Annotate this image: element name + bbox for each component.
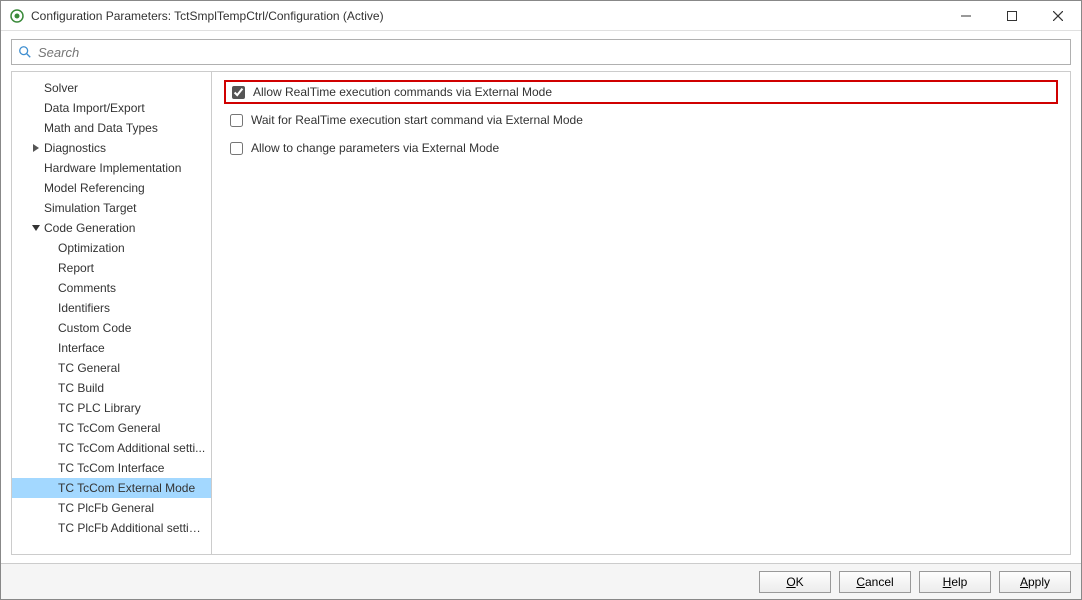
sidebar[interactable]: Solver Data Import/Export Math and Data Ty… — [12, 72, 212, 554]
search-input[interactable] — [38, 45, 1064, 60]
close-button[interactable] — [1035, 1, 1081, 31]
sidebar-item-label: TC TcCom Interface — [58, 461, 164, 475]
option-label[interactable]: Allow to change parameters via External … — [251, 141, 499, 155]
sidebar-item-identifiers[interactable]: Identifiers — [12, 298, 211, 318]
sidebar-item-label: Data Import/Export — [44, 101, 145, 115]
sidebar-item-tc-plcfb-general[interactable]: TC PlcFb General — [12, 498, 211, 518]
ok-button[interactable]: OK — [759, 571, 831, 593]
sidebar-item-custom-code[interactable]: Custom Code — [12, 318, 211, 338]
sidebar-item-label: TC PlcFb General — [58, 501, 154, 515]
sidebar-item-tc-tccom-external-mode[interactable]: TC TcCom External Mode — [12, 478, 211, 498]
sidebar-item-label: Diagnostics — [44, 141, 106, 155]
option-label[interactable]: Wait for RealTime execution start comman… — [251, 113, 583, 127]
content-panel: Allow RealTime execution commands via Ex… — [212, 72, 1070, 554]
sidebar-item-label: Report — [58, 261, 94, 275]
sidebar-item-label: Identifiers — [58, 301, 110, 315]
option-checkbox-1[interactable] — [230, 114, 243, 127]
search-bar[interactable] — [11, 39, 1071, 65]
help-button[interactable]: Help — [919, 571, 991, 593]
sidebar-item-label: Custom Code — [58, 321, 131, 335]
sidebar-item-label: Solver — [44, 81, 78, 95]
sidebar-item-label: TC Build — [58, 381, 104, 395]
sidebar-item-diagnostics[interactable]: Diagnostics — [12, 138, 211, 158]
sidebar-item-tc-tccom-interface[interactable]: TC TcCom Interface — [12, 458, 211, 478]
app-icon — [9, 8, 25, 24]
sidebar-item-tc-tccom-additional-setti[interactable]: TC TcCom Additional setti... — [12, 438, 211, 458]
sidebar-item-data-import-export[interactable]: Data Import/Export — [12, 98, 211, 118]
sidebar-item-label: TC TcCom General — [58, 421, 160, 435]
search-icon — [18, 45, 32, 59]
sidebar-item-label: Hardware Implementation — [44, 161, 181, 175]
option-label[interactable]: Allow RealTime execution commands via Ex… — [253, 85, 552, 99]
option-row-2: Allow to change parameters via External … — [224, 136, 1058, 160]
sidebar-item-code-generation[interactable]: Code Generation — [12, 218, 211, 238]
sidebar-item-label: TC TcCom Additional setti... — [58, 441, 205, 455]
option-row-1: Wait for RealTime execution start comman… — [224, 108, 1058, 132]
option-checkbox-0[interactable] — [232, 86, 245, 99]
window-title: Configuration Parameters: TctSmplTempCtr… — [31, 9, 384, 23]
option-checkbox-2[interactable] — [230, 142, 243, 155]
sidebar-item-label: TC TcCom External Mode — [58, 481, 195, 495]
sidebar-item-simulation-target[interactable]: Simulation Target — [12, 198, 211, 218]
sidebar-item-solver[interactable]: Solver — [12, 78, 211, 98]
sidebar-item-label: Model Referencing — [44, 181, 145, 195]
sidebar-item-tc-build[interactable]: TC Build — [12, 378, 211, 398]
sidebar-item-math-and-data-types[interactable]: Math and Data Types — [12, 118, 211, 138]
option-row-0: Allow RealTime execution commands via Ex… — [224, 80, 1058, 104]
sidebar-item-report[interactable]: Report — [12, 258, 211, 278]
sidebar-item-label: Interface — [58, 341, 105, 355]
sidebar-item-label: TC PlcFb Additional settings — [58, 521, 207, 535]
maximize-button[interactable] — [989, 1, 1035, 31]
sidebar-item-hardware-implementation[interactable]: Hardware Implementation — [12, 158, 211, 178]
cancel-button[interactable]: Cancel — [839, 571, 911, 593]
chevron-right-icon[interactable] — [30, 142, 42, 154]
sidebar-item-label: Optimization — [58, 241, 125, 255]
sidebar-item-tc-plcfb-additional-settings[interactable]: TC PlcFb Additional settings — [12, 518, 211, 538]
sidebar-item-tc-tccom-general[interactable]: TC TcCom General — [12, 418, 211, 438]
sidebar-item-label: TC PLC Library — [58, 401, 141, 415]
minimize-button[interactable] — [943, 1, 989, 31]
sidebar-item-label: Simulation Target — [44, 201, 137, 215]
footer: OK Cancel Help Apply — [1, 563, 1081, 599]
sidebar-item-comments[interactable]: Comments — [12, 278, 211, 298]
sidebar-item-interface[interactable]: Interface — [12, 338, 211, 358]
sidebar-item-model-referencing[interactable]: Model Referencing — [12, 178, 211, 198]
chevron-down-icon[interactable] — [30, 222, 42, 234]
main-panel: Solver Data Import/Export Math and Data Ty… — [11, 71, 1071, 555]
sidebar-item-tc-plc-library[interactable]: TC PLC Library — [12, 398, 211, 418]
sidebar-item-label: Comments — [58, 281, 116, 295]
sidebar-item-tc-general[interactable]: TC General — [12, 358, 211, 378]
sidebar-item-optimization[interactable]: Optimization — [12, 238, 211, 258]
sidebar-item-label: Math and Data Types — [44, 121, 158, 135]
sidebar-item-label: Code Generation — [44, 221, 135, 235]
sidebar-item-label: TC General — [58, 361, 120, 375]
titlebar: Configuration Parameters: TctSmplTempCtr… — [1, 1, 1081, 31]
apply-button[interactable]: Apply — [999, 571, 1071, 593]
